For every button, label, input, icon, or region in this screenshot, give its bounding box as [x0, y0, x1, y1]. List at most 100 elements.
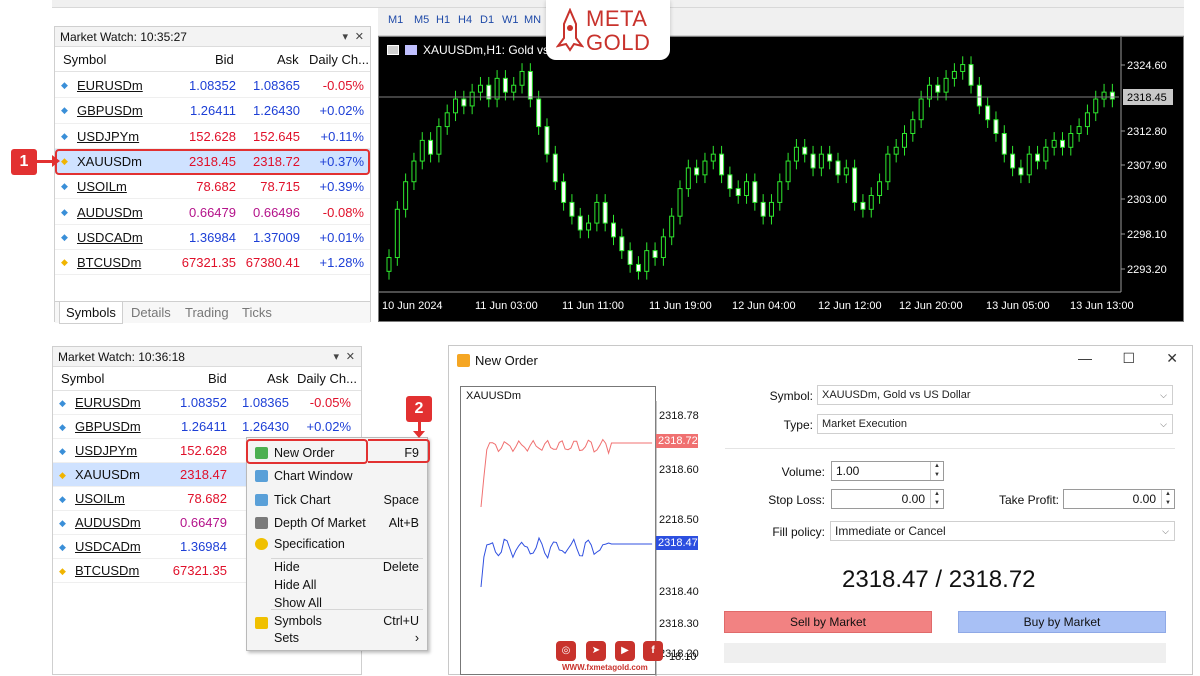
symbol-label: Symbol:: [769, 389, 813, 403]
instagram-icon[interactable]: ◎: [556, 641, 576, 661]
menu-item-chart-window[interactable]: Chart Window: [247, 465, 427, 487]
stop-loss-input[interactable]: 0.00 ▲ ▼: [831, 489, 944, 509]
tf-mn[interactable]: MN: [524, 14, 541, 26]
col-bid[interactable]: Bid: [208, 367, 227, 391]
chart-title: XAUUSDm,H1: Gold vs: [423, 43, 550, 57]
col-ask[interactable]: Ask: [267, 367, 289, 391]
pin-icon[interactable]: ▾: [342, 27, 348, 47]
daily-change: +0.01%: [319, 229, 364, 245]
candle-body: [993, 119, 999, 134]
sell-by-market-button[interactable]: Sell by Market: [724, 611, 932, 633]
logo-text-gold: GOLD: [586, 30, 651, 55]
take-profit-stepper[interactable]: ▲ ▼: [1161, 490, 1174, 508]
col-bid[interactable]: Bid: [215, 48, 234, 72]
tab-trading[interactable]: Trading: [179, 302, 235, 324]
table-row[interactable]: ◆ GBPUSDm 1.26411 1.26430 +0.02%: [55, 98, 370, 124]
facebook-icon[interactable]: f: [643, 641, 663, 661]
website-url[interactable]: WWW.fxmetagold.com: [562, 663, 648, 672]
menu-item-hide[interactable]: Hide Delete: [247, 558, 427, 576]
candle-body: [976, 84, 982, 107]
close-button[interactable]: ✕: [1166, 350, 1178, 367]
candle-body: [785, 160, 791, 183]
buy-by-market-button[interactable]: Buy by Market: [958, 611, 1166, 633]
specification-icon: [255, 538, 268, 550]
symbol-arrow-icon: ◆: [61, 181, 68, 192]
type-select[interactable]: Market Execution ⌵: [817, 414, 1173, 434]
bid-price: 1.08352: [189, 78, 236, 93]
col-symbol[interactable]: Symbol: [61, 367, 104, 391]
candle-body: [1084, 112, 1090, 128]
table-row[interactable]: ◆ EURUSDm 1.08352 1.08365 -0.05%: [55, 73, 370, 99]
tab-ticks[interactable]: Ticks: [236, 302, 278, 324]
symbol-arrow-icon: ◆: [59, 446, 66, 456]
candle-body: [403, 181, 409, 210]
tf-h4[interactable]: H4: [458, 14, 472, 26]
volume-stepper[interactable]: ▲ ▼: [930, 462, 943, 480]
price-tick-label: 2303.00: [1127, 194, 1167, 206]
candle-body: [918, 98, 924, 121]
maximize-button[interactable]: ☐: [1122, 350, 1135, 367]
menu-item-depth-of-market[interactable]: Depth Of Market Alt+B: [247, 512, 427, 534]
pin-icon[interactable]: ▾: [333, 347, 339, 367]
callout-1: 1: [11, 149, 37, 175]
close-icon[interactable]: ✕: [355, 27, 364, 47]
menu-item-sets[interactable]: Sets ›: [247, 629, 427, 647]
minimize-button[interactable]: —: [1078, 350, 1092, 366]
symbol-arrow-icon: ◆: [61, 206, 68, 217]
candle-body: [619, 236, 625, 252]
tf-m5[interactable]: M5: [414, 14, 429, 26]
candle-body: [1093, 98, 1099, 114]
menu-item-label: Depth Of Market: [274, 516, 366, 530]
symbol-arrow-icon: ◆: [59, 422, 66, 432]
menu-item-symbols[interactable]: Symbols Ctrl+U: [247, 612, 427, 630]
tf-m1[interactable]: M1: [388, 14, 403, 26]
youtube-icon[interactable]: ▶: [615, 641, 635, 661]
volume-input[interactable]: 1.00 ▲ ▼: [831, 461, 944, 481]
table-row[interactable]: ◆ GBPUSDm 1.26411 1.26430 +0.02%: [53, 415, 361, 439]
tab-symbols[interactable]: Symbols: [59, 302, 123, 324]
take-profit-value: 0.00: [1132, 492, 1156, 506]
symbol-name: BTCUSDm: [75, 563, 140, 578]
candle-body: [1068, 132, 1074, 148]
symbol-name: EURUSDm: [75, 395, 141, 410]
table-row[interactable]: ◆ USOILm 78.682 78.715 +0.39%: [55, 174, 370, 200]
fill-policy-select[interactable]: Immediate or Cancel ⌵: [830, 521, 1175, 541]
tf-d1[interactable]: D1: [480, 14, 494, 26]
table-row[interactable]: ◆ AUDUSDm 0.66479 0.66496 -0.08%: [55, 200, 370, 225]
candle-body: [1076, 126, 1082, 134]
time-tick-label: 13 Jun 05:00: [986, 300, 1050, 312]
menu-item-specification[interactable]: Specification: [247, 533, 427, 555]
close-icon[interactable]: ✕: [346, 347, 355, 367]
callout-2-box: [368, 439, 430, 463]
tick-chart: XAUUSDm: [460, 386, 657, 676]
tick-chart-price-label: 2318.40: [659, 586, 699, 598]
tf-h1[interactable]: H1: [436, 14, 450, 26]
table-row[interactable]: ◆ USDJPYm 152.628 152.645 +0.11%: [55, 124, 370, 149]
bid-price: 67321.35: [172, 563, 227, 578]
telegram-icon[interactable]: ➤: [586, 641, 606, 661]
candle-body: [802, 146, 808, 155]
candle-body: [1109, 91, 1115, 100]
table-row[interactable]: ◆ BTCUSDm 67321.35 67380.41 +1.28%: [55, 250, 370, 276]
menu-item-tick-chart[interactable]: Tick Chart Space: [247, 489, 427, 511]
candle-body: [386, 257, 392, 272]
col-symbol[interactable]: Symbol: [63, 48, 106, 72]
table-row[interactable]: ◆ USDCADm 1.36984 1.37009 +0.01%: [55, 225, 370, 251]
take-profit-input[interactable]: 0.00 ▲ ▼: [1063, 489, 1175, 509]
price-chart[interactable]: 2324.60 2312.80 2307.90 2303.00 2298.10 2293.…: [378, 36, 1184, 322]
candle-body: [428, 139, 434, 155]
col-daily-change[interactable]: Daily Ch...: [297, 367, 357, 391]
symbol-arrow-icon: ◆: [61, 80, 68, 90]
bid-price: 1.36984: [189, 229, 236, 245]
menu-item-hide-all[interactable]: Hide All: [247, 576, 427, 594]
candle-body: [685, 167, 691, 190]
col-ask[interactable]: Ask: [277, 48, 299, 72]
candle-body: [502, 77, 508, 93]
candle-body: [652, 250, 658, 259]
col-daily-change[interactable]: Daily Ch...: [309, 48, 369, 72]
table-row[interactable]: ◆ EURUSDm 1.08352 1.08365 -0.05%: [53, 391, 361, 415]
stop-loss-stepper[interactable]: ▲ ▼: [930, 490, 943, 508]
tab-details[interactable]: Details: [125, 302, 177, 324]
tf-w1[interactable]: W1: [502, 14, 519, 26]
symbol-select[interactable]: XAUUSDm, Gold vs US Dollar ⌵: [817, 385, 1173, 405]
